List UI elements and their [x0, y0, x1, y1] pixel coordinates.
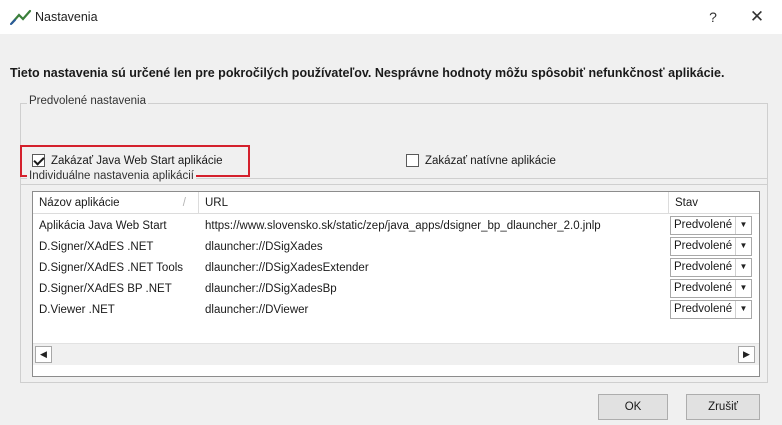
state-select-value: Predvolené [674, 240, 733, 252]
chevron-down-icon[interactable]: ▼ [735, 259, 751, 276]
table-row[interactable]: D.Signer/XAdES BP .NET dlauncher://DSigX… [33, 278, 759, 299]
table-header: Názov aplikácie / URL Stav [33, 192, 759, 214]
help-button[interactable]: ? [700, 4, 726, 30]
state-select[interactable]: Predvolené ▼ [670, 258, 752, 277]
app-url-cell: https://www.slovensko.sk/static/zep/java… [205, 219, 601, 232]
column-header-state[interactable]: Stav [669, 192, 759, 214]
app-url-cell: dlauncher://DSigXadesExtender [205, 261, 369, 274]
app-url-cell: dlauncher://DSigXadesBp [205, 282, 337, 295]
chevron-down-icon[interactable]: ▼ [735, 301, 751, 318]
table-row[interactable]: D.Signer/XAdES .NET dlauncher://DSigXade… [33, 236, 759, 257]
chevron-down-icon[interactable]: ▼ [735, 280, 751, 297]
warning-text: Tieto nastavenia sú určené len pre pokro… [10, 66, 725, 80]
state-select-value: Predvolené [674, 303, 733, 315]
horizontal-scrollbar[interactable]: ◀ ▶ [33, 343, 759, 365]
window-title: Nastavenia [35, 10, 98, 24]
state-select-value: Predvolené [674, 282, 733, 294]
scroll-left-icon[interactable]: ◀ [35, 346, 52, 363]
app-name-cell: D.Signer/XAdES .NET [39, 240, 154, 253]
app-url-cell: dlauncher://DViewer [205, 303, 309, 316]
sort-divider-icon: / [182, 197, 186, 209]
table-row[interactable]: D.Viewer .NET dlauncher://DViewer [33, 299, 759, 320]
app-name-cell: D.Signer/XAdES BP .NET [39, 282, 172, 295]
app-url-cell: dlauncher://DSigXades [205, 240, 323, 253]
table-row[interactable]: Aplikácia Java Web Start https://www.slo… [33, 215, 759, 236]
chevron-down-icon[interactable]: ▼ [735, 217, 751, 234]
state-select-value: Predvolené [674, 219, 733, 231]
default-settings-label: Predvolené nastavenia [27, 95, 148, 107]
title-bar: Nastavenia ? ✕ [0, 0, 782, 34]
individual-settings-label: Individuálne nastavenia aplikácií [27, 170, 196, 182]
ok-button[interactable]: OK [598, 394, 668, 420]
state-select[interactable]: Predvolené ▼ [670, 300, 752, 319]
table-row[interactable]: D.Signer/XAdES .NET Tools dlauncher://DS… [33, 257, 759, 278]
settings-dialog: Nastavenia ? ✕ Tieto nastavenia sú určen… [0, 0, 782, 425]
state-select[interactable]: Predvolené ▼ [670, 237, 752, 256]
state-select[interactable]: Predvolené ▼ [670, 216, 752, 235]
table-body: Aplikácia Java Web Start https://www.slo… [33, 215, 759, 320]
column-header-url[interactable]: URL [199, 192, 669, 214]
scroll-right-icon[interactable]: ▶ [738, 346, 755, 363]
app-name-cell: D.Viewer .NET [39, 303, 115, 316]
checkbox-native[interactable] [406, 154, 419, 167]
disable-native-checkbox[interactable]: Zakázať natívne aplikácie [406, 154, 556, 167]
cancel-button[interactable]: Zrušiť [686, 394, 760, 420]
state-select-value: Predvolené [674, 261, 733, 273]
app-name-cell: D.Signer/XAdES .NET Tools [39, 261, 184, 274]
state-select[interactable]: Predvolené ▼ [670, 279, 752, 298]
close-button[interactable]: ✕ [740, 4, 774, 30]
app-name-cell: Aplikácia Java Web Start [39, 219, 167, 232]
chevron-down-icon[interactable]: ▼ [735, 238, 751, 255]
disable-native-label: Zakázať natívne aplikácie [425, 154, 556, 167]
signature-pen-icon [10, 9, 32, 25]
column-header-name[interactable]: Názov aplikácie / [33, 192, 199, 214]
